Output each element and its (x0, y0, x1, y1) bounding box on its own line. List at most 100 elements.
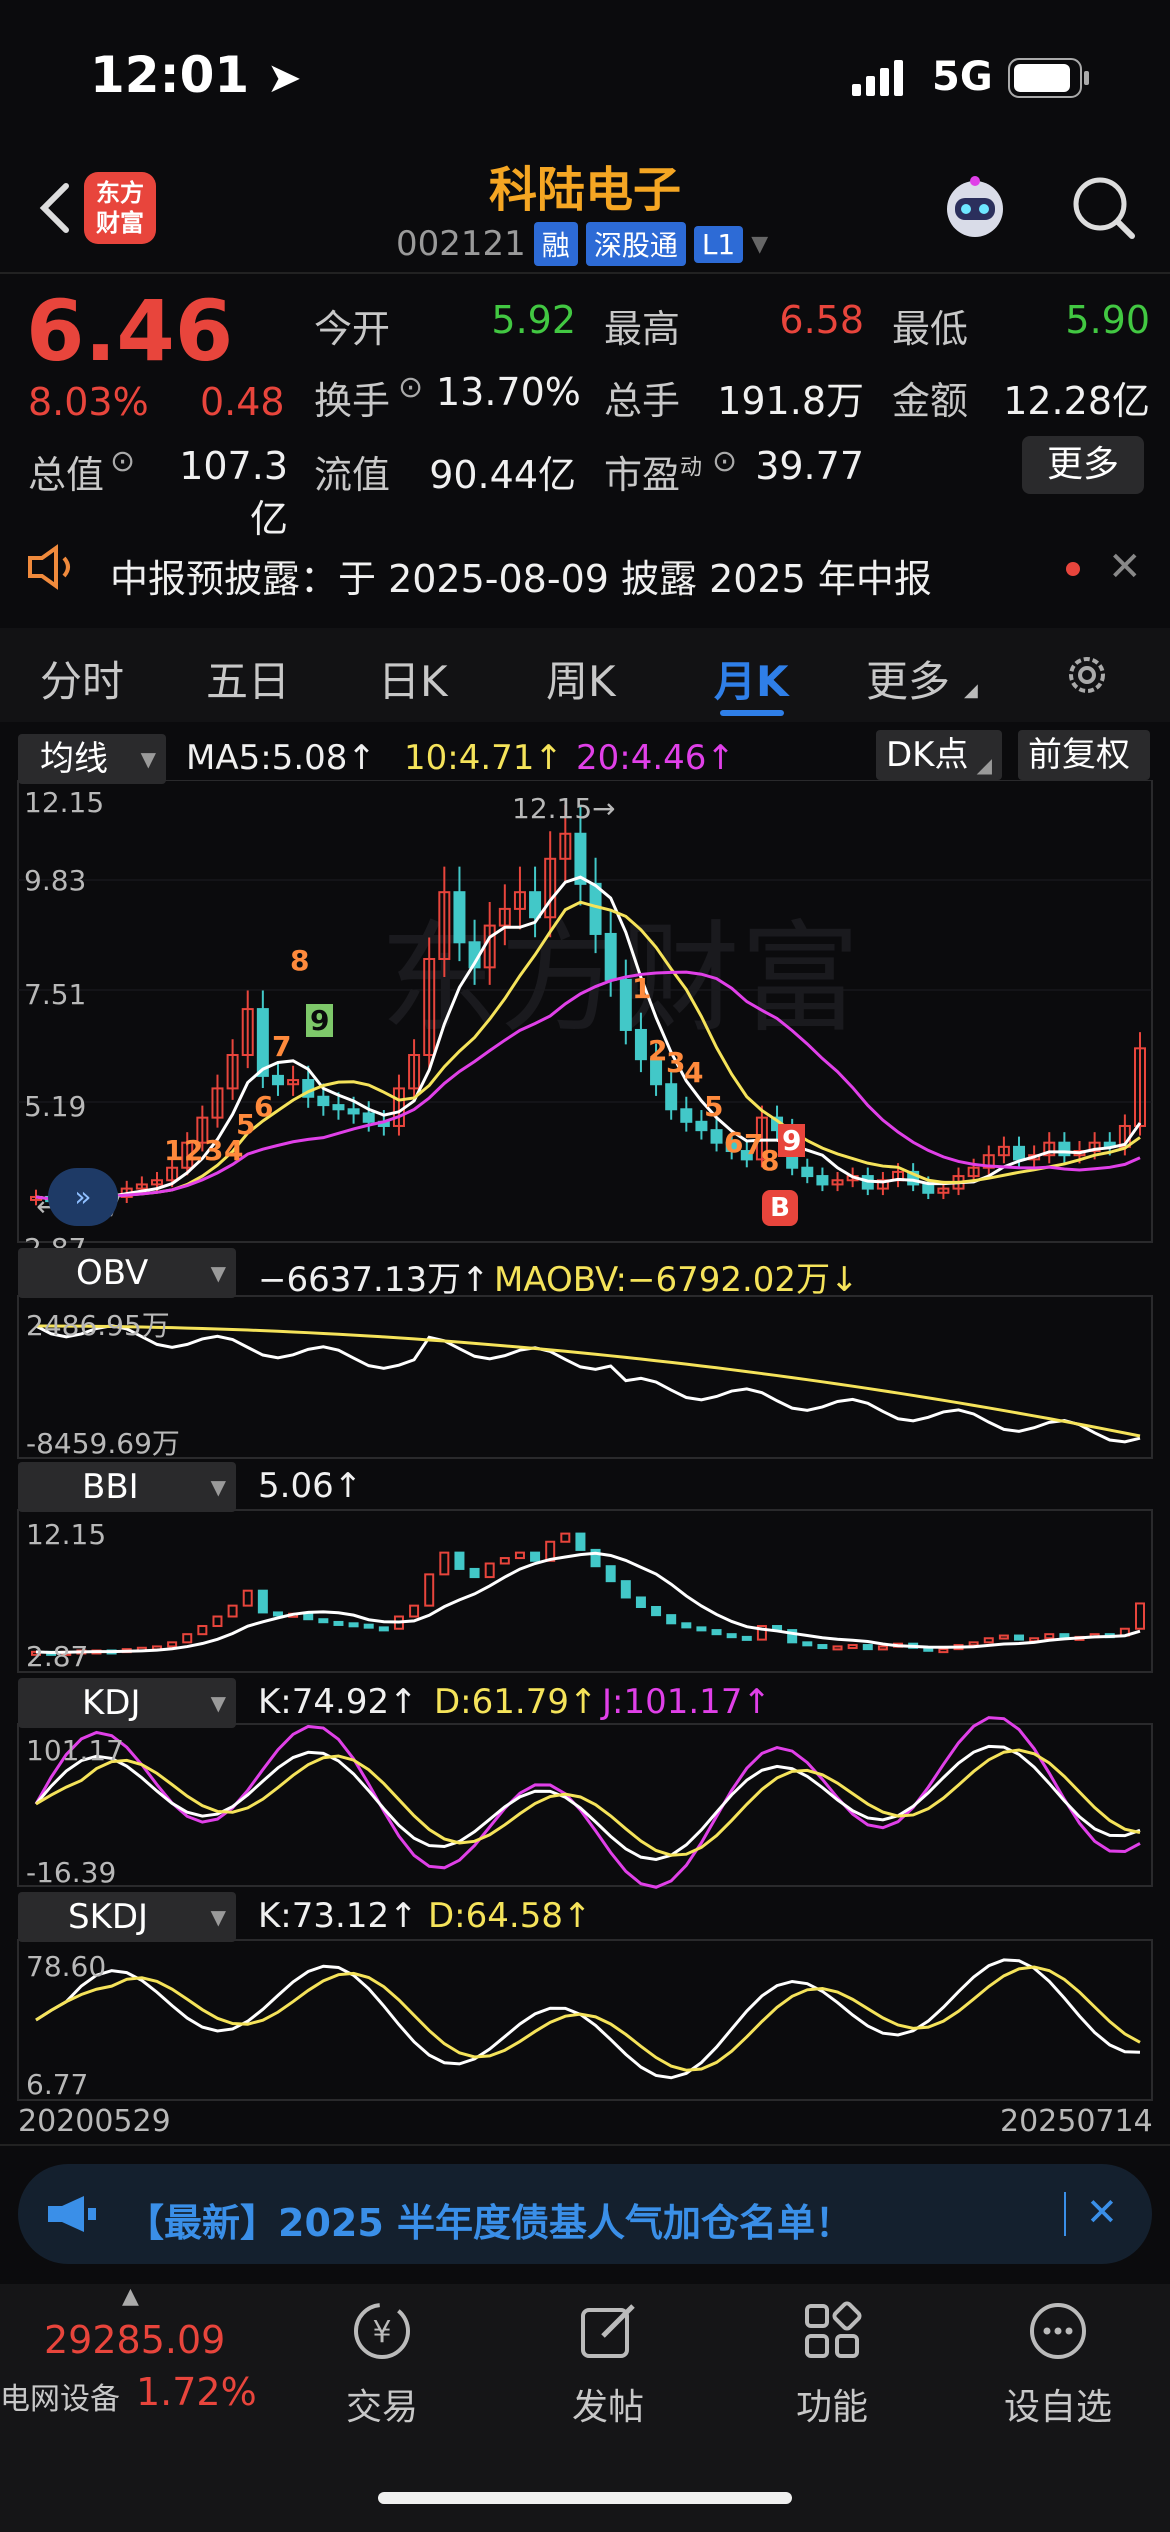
banner-divider (1064, 2192, 1066, 2236)
tab-monthly[interactable]: 月K (714, 648, 789, 709)
kdj-j-value: J:101.17↑ (602, 1682, 771, 1722)
info-icon[interactable]: ⊙ (712, 444, 737, 479)
bbi-candle (378, 1626, 389, 1632)
search-icon[interactable] (1068, 172, 1138, 242)
volume-value: 191.8万 (717, 379, 864, 423)
sector-name[interactable]: 电网设备 (0, 2374, 120, 2418)
dk-point-button[interactable]: DK点 ◢ (876, 730, 1002, 780)
high-label: 最高 (604, 307, 681, 351)
bbi-top-label: 12.15 (26, 1518, 107, 1551)
battery-icon (1008, 58, 1089, 98)
candle-body (271, 1074, 284, 1086)
td-number: 1 (164, 1134, 184, 1167)
candle-body (256, 1008, 269, 1077)
watchlist-label: 设自选 (1003, 2387, 1112, 2428)
candle-body (816, 1175, 829, 1186)
info-icon[interactable]: ⊙ (398, 370, 423, 405)
td-number: 3 (666, 1046, 686, 1079)
td-number: 9 (778, 1124, 806, 1157)
bbi-candle (605, 1565, 616, 1583)
bbi-candle (182, 1633, 193, 1644)
bbi-candle (635, 1596, 646, 1608)
sector-index-value[interactable]: 29285.09 (44, 2318, 225, 2362)
td-number: 5 (236, 1108, 256, 1141)
low-value: 5.90 (1065, 298, 1150, 342)
tag-margin: 融 (533, 222, 578, 266)
bbi-candle (741, 1635, 752, 1641)
td-number: 4 (684, 1056, 704, 1089)
bbi-candle (877, 1645, 888, 1651)
yuan-exchange-icon: ¥ (354, 2303, 410, 2359)
skdj-k-line (35, 1958, 1141, 2080)
stock-subtitle: 002121 融 深股通 L1 ▼ (396, 222, 768, 266)
td-number: 1 (632, 972, 652, 1005)
turnover-label: 换手 (314, 379, 391, 423)
y-tick-label: 9.83 (24, 864, 87, 897)
chevron-down-icon[interactable]: ▼ (751, 232, 768, 257)
indicator-dropdown-skdj[interactable]: SKDJ ▼ (18, 1892, 236, 1942)
tag-connect: 深股通 (585, 222, 686, 266)
indicator-dropdown-kdj[interactable]: KDJ ▼ (18, 1678, 236, 1728)
candle-body (332, 1104, 345, 1111)
robot-assistant-icon[interactable] (938, 172, 1012, 246)
candle-body (619, 978, 632, 1031)
high-value: 6.58 (779, 298, 864, 342)
bbi-line (35, 1551, 1141, 1655)
expand-chart-button[interactable]: » (48, 1168, 118, 1226)
bbi-candle (272, 1611, 283, 1617)
kdj-bottom-label: -16.39 (26, 1856, 117, 1889)
settings-gear-icon[interactable] (1062, 650, 1112, 700)
obv-value: −6637.13万↑ (258, 1260, 490, 1300)
tab-five-day[interactable]: 五日 (206, 648, 290, 709)
float-value: 90.44亿 (429, 453, 576, 497)
candle-body (710, 1129, 723, 1144)
last-price: 6.46 (26, 282, 234, 380)
td-number: 3 (204, 1134, 224, 1167)
candle-body (1013, 1145, 1026, 1161)
candle-body (317, 1095, 330, 1107)
high-price-marker: 12.15→ (512, 792, 616, 825)
megaphone-icon (48, 2196, 96, 2232)
info-icon[interactable]: ⊙ (110, 444, 135, 479)
post-button[interactable]: 发帖 (538, 2296, 678, 2430)
speaker-icon (28, 544, 70, 590)
signal-icon (852, 60, 903, 96)
td-number: 9 (306, 1004, 334, 1037)
add-watchlist-button[interactable]: 设自选 (988, 2296, 1128, 2430)
trade-button[interactable]: ¥ 交易 (312, 2296, 452, 2430)
bbi-candle (212, 1615, 223, 1628)
trade-label: 交易 (345, 2387, 418, 2428)
more-dots-icon (1030, 2303, 1086, 2359)
bbi-candle (832, 1645, 843, 1651)
y-tick-label: 5.19 (24, 1090, 87, 1123)
candle-body (589, 882, 602, 935)
td-number: 8 (290, 944, 310, 977)
function-button[interactable]: 功能 (762, 2296, 902, 2430)
close-icon[interactable]: ✕ (1108, 544, 1142, 590)
indicator-dropdown-bbi[interactable]: BBI ▼ (18, 1462, 236, 1512)
bbi-candle (363, 1623, 374, 1629)
indicator-dropdown-ma[interactable]: 均线 ▼ (18, 734, 166, 784)
candle-body (922, 1183, 935, 1194)
adjust-button[interactable]: 前复权 (1018, 730, 1150, 780)
home-indicator[interactable] (378, 2492, 792, 2504)
bbi-value: 5.06↑ (258, 1466, 363, 1506)
bbi-candle (530, 1551, 541, 1562)
ma10-value: 10:4.71↑ (404, 738, 563, 778)
buy-signal-marker[interactable]: B (762, 1190, 798, 1226)
tag-level: L1 (693, 225, 744, 263)
close-icon[interactable]: ✕ (1086, 2190, 1118, 2234)
open-value: 5.92 (491, 298, 576, 342)
bbi-candle (711, 1629, 722, 1636)
bbi-candle (257, 1589, 268, 1614)
tab-intraday[interactable]: 分时 (40, 648, 124, 709)
more-button[interactable]: 更多 (1022, 436, 1144, 494)
tab-weekly[interactable]: 周K (546, 648, 616, 709)
bbi-candle (726, 1633, 737, 1639)
change-amount: 0.48 (200, 380, 285, 424)
td-number: 2 (184, 1134, 204, 1167)
indicator-dropdown-obv[interactable]: OBV ▼ (18, 1248, 236, 1298)
tab-more[interactable]: 更多 (866, 648, 950, 709)
ma5-value: MA5:5.08↑ (186, 738, 376, 778)
tab-daily[interactable]: 日K (378, 648, 448, 709)
